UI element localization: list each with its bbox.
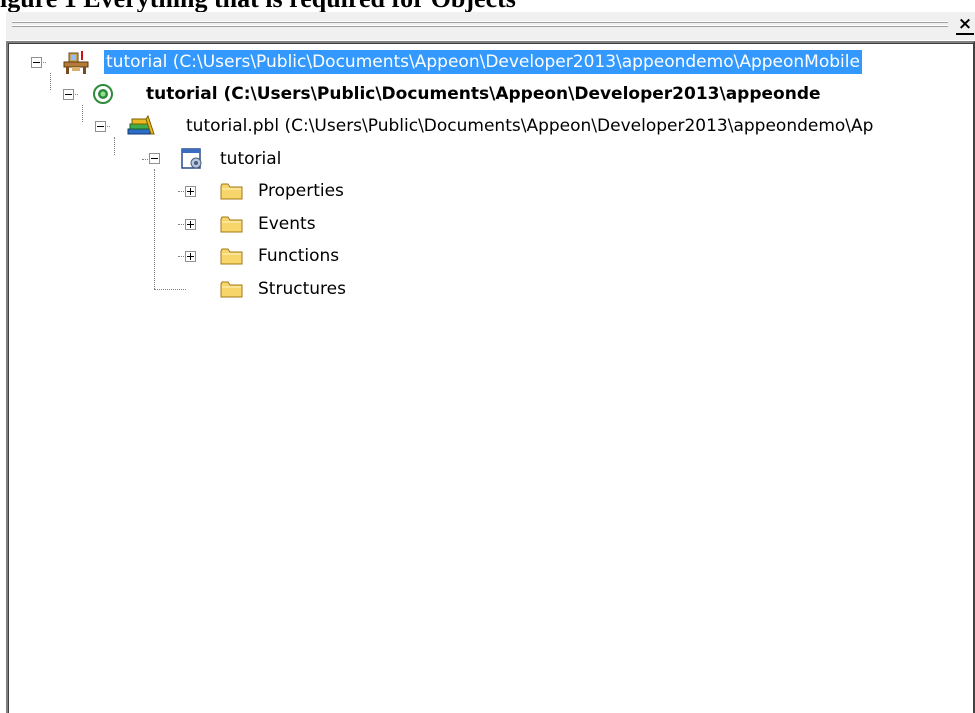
application-object-icon xyxy=(181,148,202,169)
collapse-toggle[interactable] xyxy=(63,89,74,100)
tree-node-label[interactable]: tutorial (C:\Users\Public\Documents\Appe… xyxy=(104,50,862,74)
tree-node-label[interactable]: tutorial.pbl (C:\Users\Public\Documents\… xyxy=(184,114,875,138)
collapse-toggle[interactable] xyxy=(95,121,106,132)
folder-icon xyxy=(220,216,243,233)
tree-node-label[interactable]: Properties xyxy=(256,179,346,203)
tree-node-structures[interactable]: Structures xyxy=(8,275,973,303)
tree-node-events[interactable]: Events xyxy=(8,210,973,238)
tree-node-library[interactable]: tutorial.pbl (C:\Users\Public\Documents\… xyxy=(8,112,973,140)
tree-node-properties[interactable]: Properties xyxy=(8,177,973,205)
folder-icon xyxy=(220,248,243,265)
tree-node-label[interactable]: Events xyxy=(256,212,318,236)
expand-toggle[interactable] xyxy=(185,251,196,262)
workspace-icon xyxy=(63,51,89,74)
expand-toggle[interactable] xyxy=(185,186,196,197)
collapse-toggle[interactable] xyxy=(149,153,160,164)
tree-node-label[interactable]: Functions xyxy=(256,244,341,268)
tree-node-target[interactable]: tutorial (C:\Users\Public\Documents\Appe… xyxy=(8,80,973,108)
tree-node-application[interactable]: tutorial xyxy=(8,145,973,173)
tree-node-workspace[interactable]: tutorial (C:\Users\Public\Documents\Appe… xyxy=(8,48,973,76)
folder-icon xyxy=(220,281,243,298)
close-pane-button[interactable]: × xyxy=(956,15,974,35)
tree-node-functions[interactable]: Functions xyxy=(8,242,973,270)
tree-node-label[interactable]: tutorial (C:\Users\Public\Documents\Appe… xyxy=(144,82,823,106)
folder-icon xyxy=(220,183,243,200)
tree-view-page: igure 1 Everything that is required for … xyxy=(0,0,975,713)
figure-caption-fragment: igure 1 Everything that is required for … xyxy=(0,0,975,12)
expand-toggle[interactable] xyxy=(185,219,196,230)
tree-node-label[interactable]: Structures xyxy=(256,277,348,301)
collapse-toggle[interactable] xyxy=(31,57,42,68)
tree-node-label[interactable]: tutorial xyxy=(218,147,283,171)
pane-title-bar[interactable]: × xyxy=(6,12,975,40)
system-tree[interactable]: tutorial (C:\Users\Public\Documents\Appe… xyxy=(6,41,975,713)
pane-grip-handle[interactable] xyxy=(12,20,948,32)
library-books-icon xyxy=(127,115,155,135)
target-icon xyxy=(93,84,113,104)
